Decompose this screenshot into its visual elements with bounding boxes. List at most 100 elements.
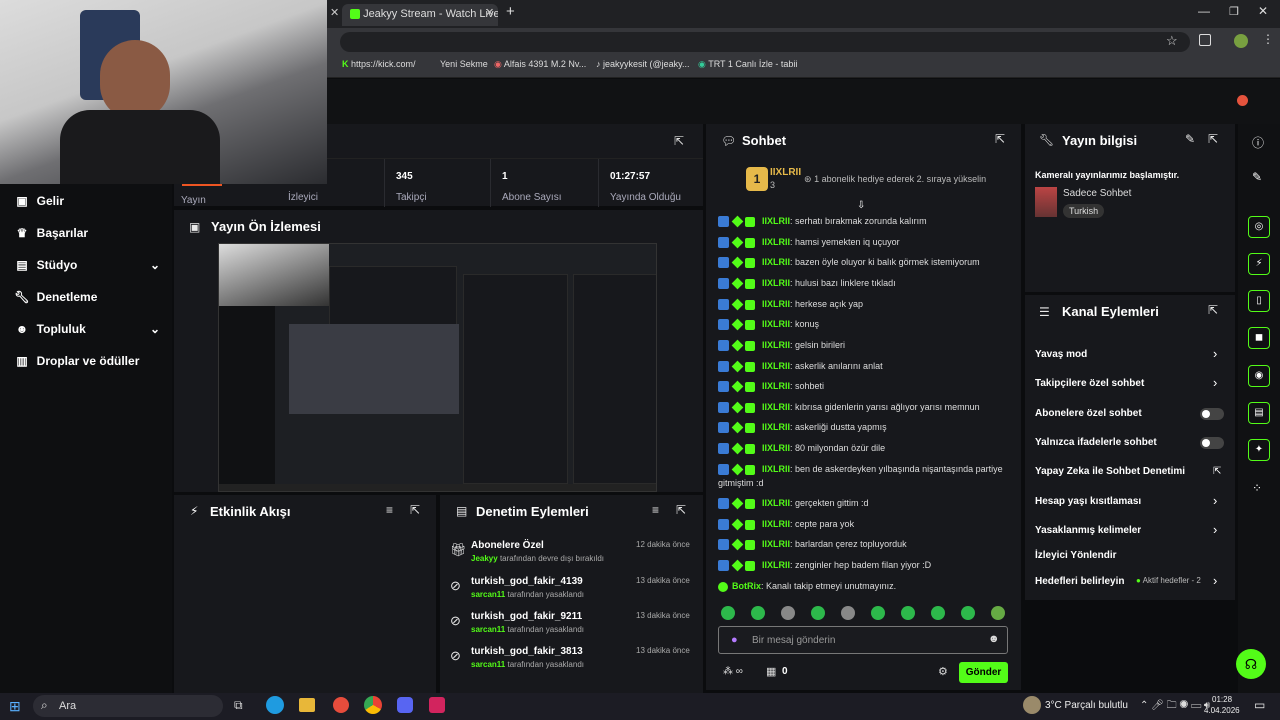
edit-pencil-icon[interactable]: ✎ <box>1252 170 1262 184</box>
apps-icon[interactable]: ⁘ <box>1252 481 1262 495</box>
chat-username[interactable]: IIXLRII <box>762 340 790 350</box>
bookmark-trt[interactable]: ◉ TRT 1 Canlı İzle - tabii <box>698 59 797 70</box>
extensions-icon[interactable] <box>1199 34 1211 46</box>
rail-camera-button[interactable]: ◎ <box>1248 216 1270 238</box>
chevron-right-icon[interactable]: › <box>1213 573 1217 588</box>
chat-username[interactable]: BotRix <box>732 581 761 591</box>
notification-dot-icon[interactable] <box>1237 95 1248 106</box>
close-tab-icon[interactable]: ✕ <box>330 6 339 19</box>
minimize-icon[interactable]: — <box>1198 4 1210 18</box>
sidebar-item-studyo[interactable]: ▤ Stüdyo ⌄ <box>14 258 160 272</box>
filter-icon[interactable]: ≡ <box>386 503 393 517</box>
action-ai-moderation[interactable]: Yapay Zeka ile Sohbet Denetimi <box>1035 466 1185 477</box>
popout-icon[interactable]: ⇱ <box>676 503 686 517</box>
emote-icon[interactable] <box>721 606 735 620</box>
bookmark-tiktok[interactable]: ♪ jeakyykesit (@jeaky... <box>596 59 690 69</box>
chat-username[interactable]: IIXLRII <box>762 257 790 267</box>
sidebar-item-denetleme[interactable]: 🔧︎ Denetleme <box>14 290 97 304</box>
menu-dots-icon[interactable]: ⋮ <box>1262 32 1274 46</box>
discord-icon[interactable] <box>397 697 413 713</box>
chat-username[interactable]: IIXLRII <box>762 402 790 412</box>
chevron-right-icon[interactable]: › <box>1213 493 1217 508</box>
task-view-icon[interactable]: ⧉ <box>234 698 243 713</box>
rail-layout-button[interactable]: ▤ <box>1248 402 1270 424</box>
popout-icon[interactable]: ⇱ <box>674 134 684 148</box>
bookmark-star-icon[interactable]: ☆ <box>1166 33 1178 49</box>
rail-wrench-button[interactable]: ✦ <box>1248 439 1270 461</box>
action-followers-only[interactable]: Takipçilere özel sohbet <box>1035 378 1144 389</box>
leader-name[interactable]: IIXLRII <box>770 167 801 178</box>
close-tab-icon[interactable]: ✕ <box>485 6 494 19</box>
chat-username[interactable]: IIXLRII <box>762 539 790 549</box>
app-icon[interactable] <box>429 697 445 713</box>
emote-icon[interactable] <box>781 606 795 620</box>
file-explorer-icon[interactable] <box>299 698 315 712</box>
tray-icons[interactable]: ⌃ 🎤︎ 🗀 ◉ ▭ 🔊︎ <box>1140 698 1210 715</box>
settings-gear-icon[interactable]: ⚙ <box>938 665 948 678</box>
mod-action-item[interactable]: ⊘ turkish_god_fakir_4139 sarcan11 tarafı… <box>447 576 697 610</box>
chat-username[interactable]: IIXLRII <box>762 519 790 529</box>
chat-username[interactable]: IIXLRII <box>762 560 790 570</box>
emote-icon[interactable] <box>841 606 855 620</box>
chrome-icon[interactable] <box>364 696 382 714</box>
restore-icon[interactable]: ❐ <box>1229 5 1239 18</box>
emote-icon[interactable] <box>961 606 975 620</box>
chat-username[interactable]: IIXLRII <box>762 237 790 247</box>
chat-username[interactable]: IIXLRII <box>762 381 790 391</box>
bookmark-kick[interactable]: K https://kick.com/ <box>342 59 416 69</box>
chat-username[interactable]: IIXLRII <box>762 319 790 329</box>
sidebar-item-basarilar[interactable]: ♛ Başarılar <box>14 226 88 240</box>
tag-chip[interactable]: Turkish <box>1063 204 1105 218</box>
chat-input[interactable]: ● Bir mesaj gönderin ☻ <box>718 626 1008 654</box>
popout-icon[interactable]: ⇱ <box>995 132 1005 146</box>
emote-icon[interactable] <box>751 606 765 620</box>
scroll-down-icon[interactable]: ⇩ <box>857 200 865 211</box>
sidebar-item-gelir[interactable]: ▣ Gelir <box>14 194 64 208</box>
mod-action-item[interactable]: ⊘ turkish_god_fakir_9211 sarcan11 tarafı… <box>447 611 697 645</box>
category-thumbnail[interactable] <box>1035 187 1057 217</box>
chat-username[interactable]: IIXLRII <box>762 498 790 508</box>
subscribers-only-toggle[interactable] <box>1200 408 1224 420</box>
mod-action-item[interactable]: 🎁︎ Abonelere Özel Jeakyy tarafından devr… <box>447 540 697 574</box>
chat-username[interactable]: IIXLRII <box>762 443 790 453</box>
external-link-icon[interactable]: ⇱ <box>1213 466 1221 477</box>
windows-start-icon[interactable]: ⊞ <box>9 698 21 715</box>
chat-username[interactable]: IIXLRII <box>762 361 790 371</box>
address-bar[interactable] <box>340 32 1190 52</box>
mod-action-item[interactable]: ⊘ turkish_god_fakir_3813 sarcan11 tarafı… <box>447 646 697 680</box>
infinity-icon[interactable]: ⁂ ∞ <box>723 666 743 677</box>
filter-icon[interactable]: ≡ <box>652 503 659 517</box>
action-banned-words[interactable]: Yasaklanmış kelimeler <box>1035 525 1141 536</box>
action-goals[interactable]: Hedefleri belirleyin <box>1035 576 1124 587</box>
bookmark-alfais[interactable]: ◉ Alfais 4391 M.2 Nv... <box>494 59 586 70</box>
rail-chat-button[interactable]: ◼ <box>1248 327 1270 349</box>
browser-tab[interactable]: Jeakyy Stream - Watch Live on <box>342 4 498 26</box>
action-redirect-viewers[interactable]: İzleyici Yönlendir <box>1035 550 1117 561</box>
rail-lightning-button[interactable]: ⚡︎ <box>1248 253 1270 275</box>
emoji-icon[interactable]: ☻ <box>988 633 1000 645</box>
emote-icon[interactable] <box>871 606 885 620</box>
emote-icon[interactable] <box>931 606 945 620</box>
chat-username[interactable]: IIXLRII <box>762 464 790 474</box>
sidebar-item-droplar[interactable]: ▥ Droplar ve ödüller <box>14 354 139 368</box>
support-headset-icon[interactable]: ☊ <box>1236 649 1266 679</box>
chat-username[interactable]: IIXLRII <box>762 278 790 288</box>
popout-icon[interactable]: ⇱ <box>1208 132 1218 146</box>
emote-icon[interactable] <box>991 606 1005 620</box>
chevron-right-icon[interactable]: › <box>1213 375 1217 390</box>
chevron-right-icon[interactable]: › <box>1213 522 1217 537</box>
app-icon[interactable] <box>333 697 349 713</box>
preview-video[interactable] <box>218 243 657 492</box>
rail-clip-button[interactable]: ▯ <box>1248 290 1270 312</box>
edge-icon[interactable] <box>266 696 284 714</box>
popout-icon[interactable]: ⇱ <box>1208 303 1218 317</box>
action-slow-mode[interactable]: Yavaş mod <box>1035 349 1087 360</box>
profile-avatar[interactable] <box>1234 34 1248 48</box>
category-name[interactable]: Sadece Sohbet <box>1063 188 1131 199</box>
notifications-icon[interactable]: ▭ <box>1254 698 1265 712</box>
chat-username[interactable]: IIXLRII <box>762 216 790 226</box>
action-account-age[interactable]: Hesap yaşı kısıtlaması <box>1035 496 1141 507</box>
emote-icon[interactable] <box>901 606 915 620</box>
send-button[interactable]: Gönder <box>959 662 1008 683</box>
mic-icon[interactable]: ● <box>731 634 738 646</box>
